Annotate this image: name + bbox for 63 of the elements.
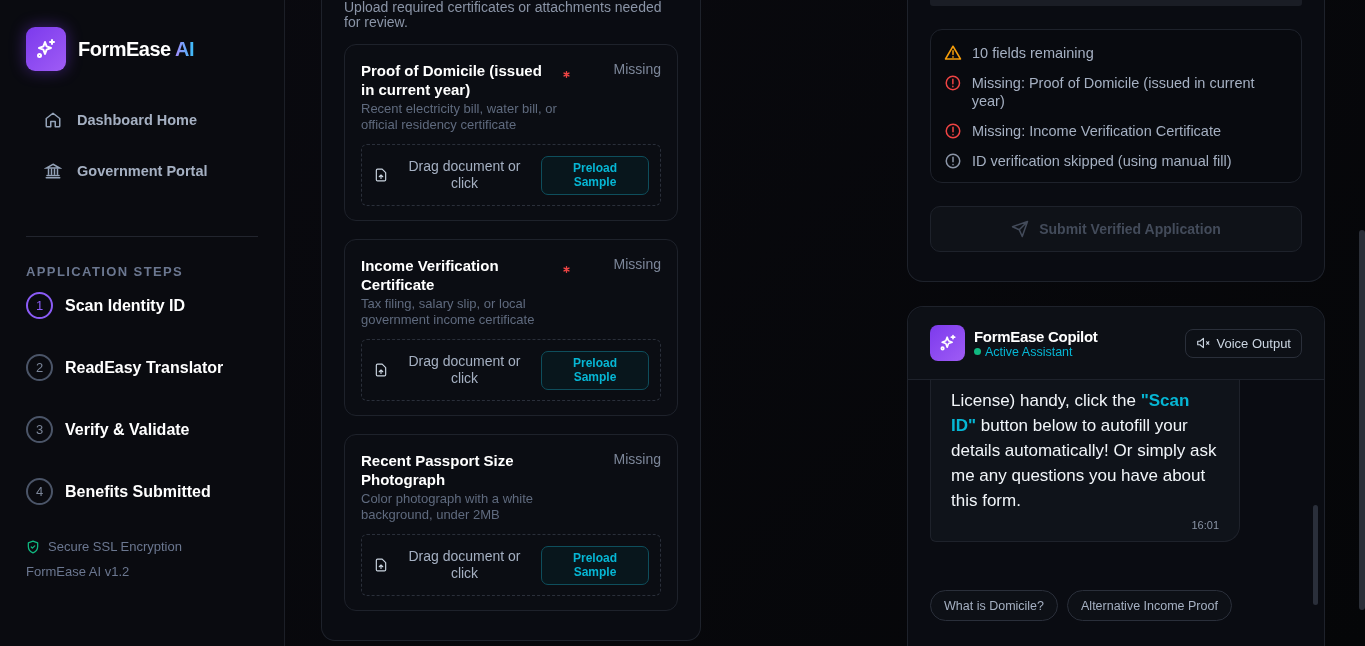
issue-text: ID verification skipped (using manual fill) bbox=[972, 152, 1232, 170]
document-hint: Recent electricity bill, water bill, or official residency certificate bbox=[361, 101, 558, 133]
preload-sample-button[interactable]: Preload Sample bbox=[541, 350, 649, 390]
warning-icon bbox=[944, 44, 962, 62]
document-hint: Tax filing, salary slip, or local government income certificate bbox=[361, 296, 536, 328]
nav-link[interactable]: Government Portal bbox=[44, 162, 257, 180]
sparkle-icon bbox=[930, 325, 965, 361]
upload-dropzone[interactable]: Drag document or click Preload Sample bbox=[361, 534, 661, 596]
suggestion-chip[interactable]: Alternative Income Proof bbox=[1067, 590, 1232, 621]
document-status: Missing bbox=[613, 451, 661, 469]
step-number: 3 bbox=[26, 416, 53, 443]
alert-icon bbox=[944, 152, 962, 170]
bank-icon bbox=[44, 162, 62, 180]
alert-icon bbox=[944, 122, 962, 140]
document-hint: Color photograph with a white background, under 2MB bbox=[361, 491, 534, 523]
step-number: 4 bbox=[26, 478, 53, 505]
step-label[interactable]: Scan Identity ID bbox=[65, 296, 186, 315]
document-title: Income Verification Certificate bbox=[361, 256, 500, 294]
file-upload-icon bbox=[374, 168, 388, 182]
page-scrollbar[interactable] bbox=[1359, 230, 1365, 610]
file-upload-icon bbox=[374, 558, 388, 572]
dropzone-text: Drag document or click bbox=[407, 353, 522, 387]
send-icon bbox=[1011, 220, 1030, 238]
status-dot-icon bbox=[974, 348, 981, 355]
voice-output-button[interactable]: Voice Output bbox=[1184, 328, 1302, 358]
security-note: Secure SSL Encryption bbox=[48, 539, 182, 554]
message-text: License) handy, click the "Scan ID" button below to autofill your details automatically! Or simply ask me any questions you have about this form. bbox=[951, 390, 1218, 512]
alert-icon bbox=[944, 74, 962, 92]
app-title: FormEase AI bbox=[78, 37, 195, 61]
speaker-mute-icon bbox=[1195, 336, 1212, 350]
assistant-name: FormEase Copilot bbox=[974, 327, 1099, 345]
panel-description: Upload required certificates or attachments needed for review. bbox=[344, 0, 663, 30]
nav-link[interactable]: Dashboard Home bbox=[44, 111, 257, 129]
assistant-status: Active Assistant bbox=[985, 344, 1073, 359]
upload-dropzone[interactable]: Drag document or click Preload Sample bbox=[361, 339, 661, 401]
required-asterisk-icon bbox=[563, 266, 570, 273]
shield-icon bbox=[26, 539, 40, 554]
document-status: Missing bbox=[613, 256, 661, 274]
step-label[interactable]: Verify & Validate bbox=[65, 420, 190, 439]
upload-dropzone[interactable]: Drag document or click Preload Sample bbox=[361, 144, 661, 206]
dropzone-text: Drag document or click bbox=[407, 158, 522, 192]
document-status: Missing bbox=[613, 61, 661, 79]
issue-text: Missing: Proof of Domicile (issued in current year) bbox=[971, 74, 1256, 110]
dropzone-text: Drag document or click bbox=[407, 548, 522, 582]
step-label[interactable]: ReadEasy Translator bbox=[65, 358, 224, 377]
scrollbar-thumb[interactable] bbox=[1313, 505, 1318, 605]
required-asterisk-icon bbox=[563, 71, 570, 78]
step-number: 2 bbox=[26, 354, 53, 381]
home-icon bbox=[44, 111, 62, 129]
logo-sparkle-icon bbox=[26, 27, 66, 71]
file-upload-icon bbox=[374, 363, 388, 377]
preload-sample-button[interactable]: Preload Sample bbox=[541, 155, 649, 195]
suggestion-chip[interactable]: What is Domicile? bbox=[930, 590, 1059, 621]
document-title: Recent Passport Size Photograph bbox=[361, 451, 515, 489]
step-label[interactable]: Benefits Submitted bbox=[65, 482, 211, 501]
document-title: Proof of Domicile (issued in current year) bbox=[361, 61, 543, 99]
step-number: 1 bbox=[26, 292, 53, 319]
section-heading: APPLICATION STEPS bbox=[26, 264, 185, 279]
version-text: FormEase AI v1.2 bbox=[26, 564, 131, 579]
message-time: 16:01 bbox=[1190, 519, 1219, 531]
issue-text: 10 fields remaining bbox=[972, 44, 1094, 62]
issue-text: Missing: Income Verification Certificate bbox=[972, 122, 1221, 140]
preload-sample-button[interactable]: Preload Sample bbox=[541, 545, 649, 585]
